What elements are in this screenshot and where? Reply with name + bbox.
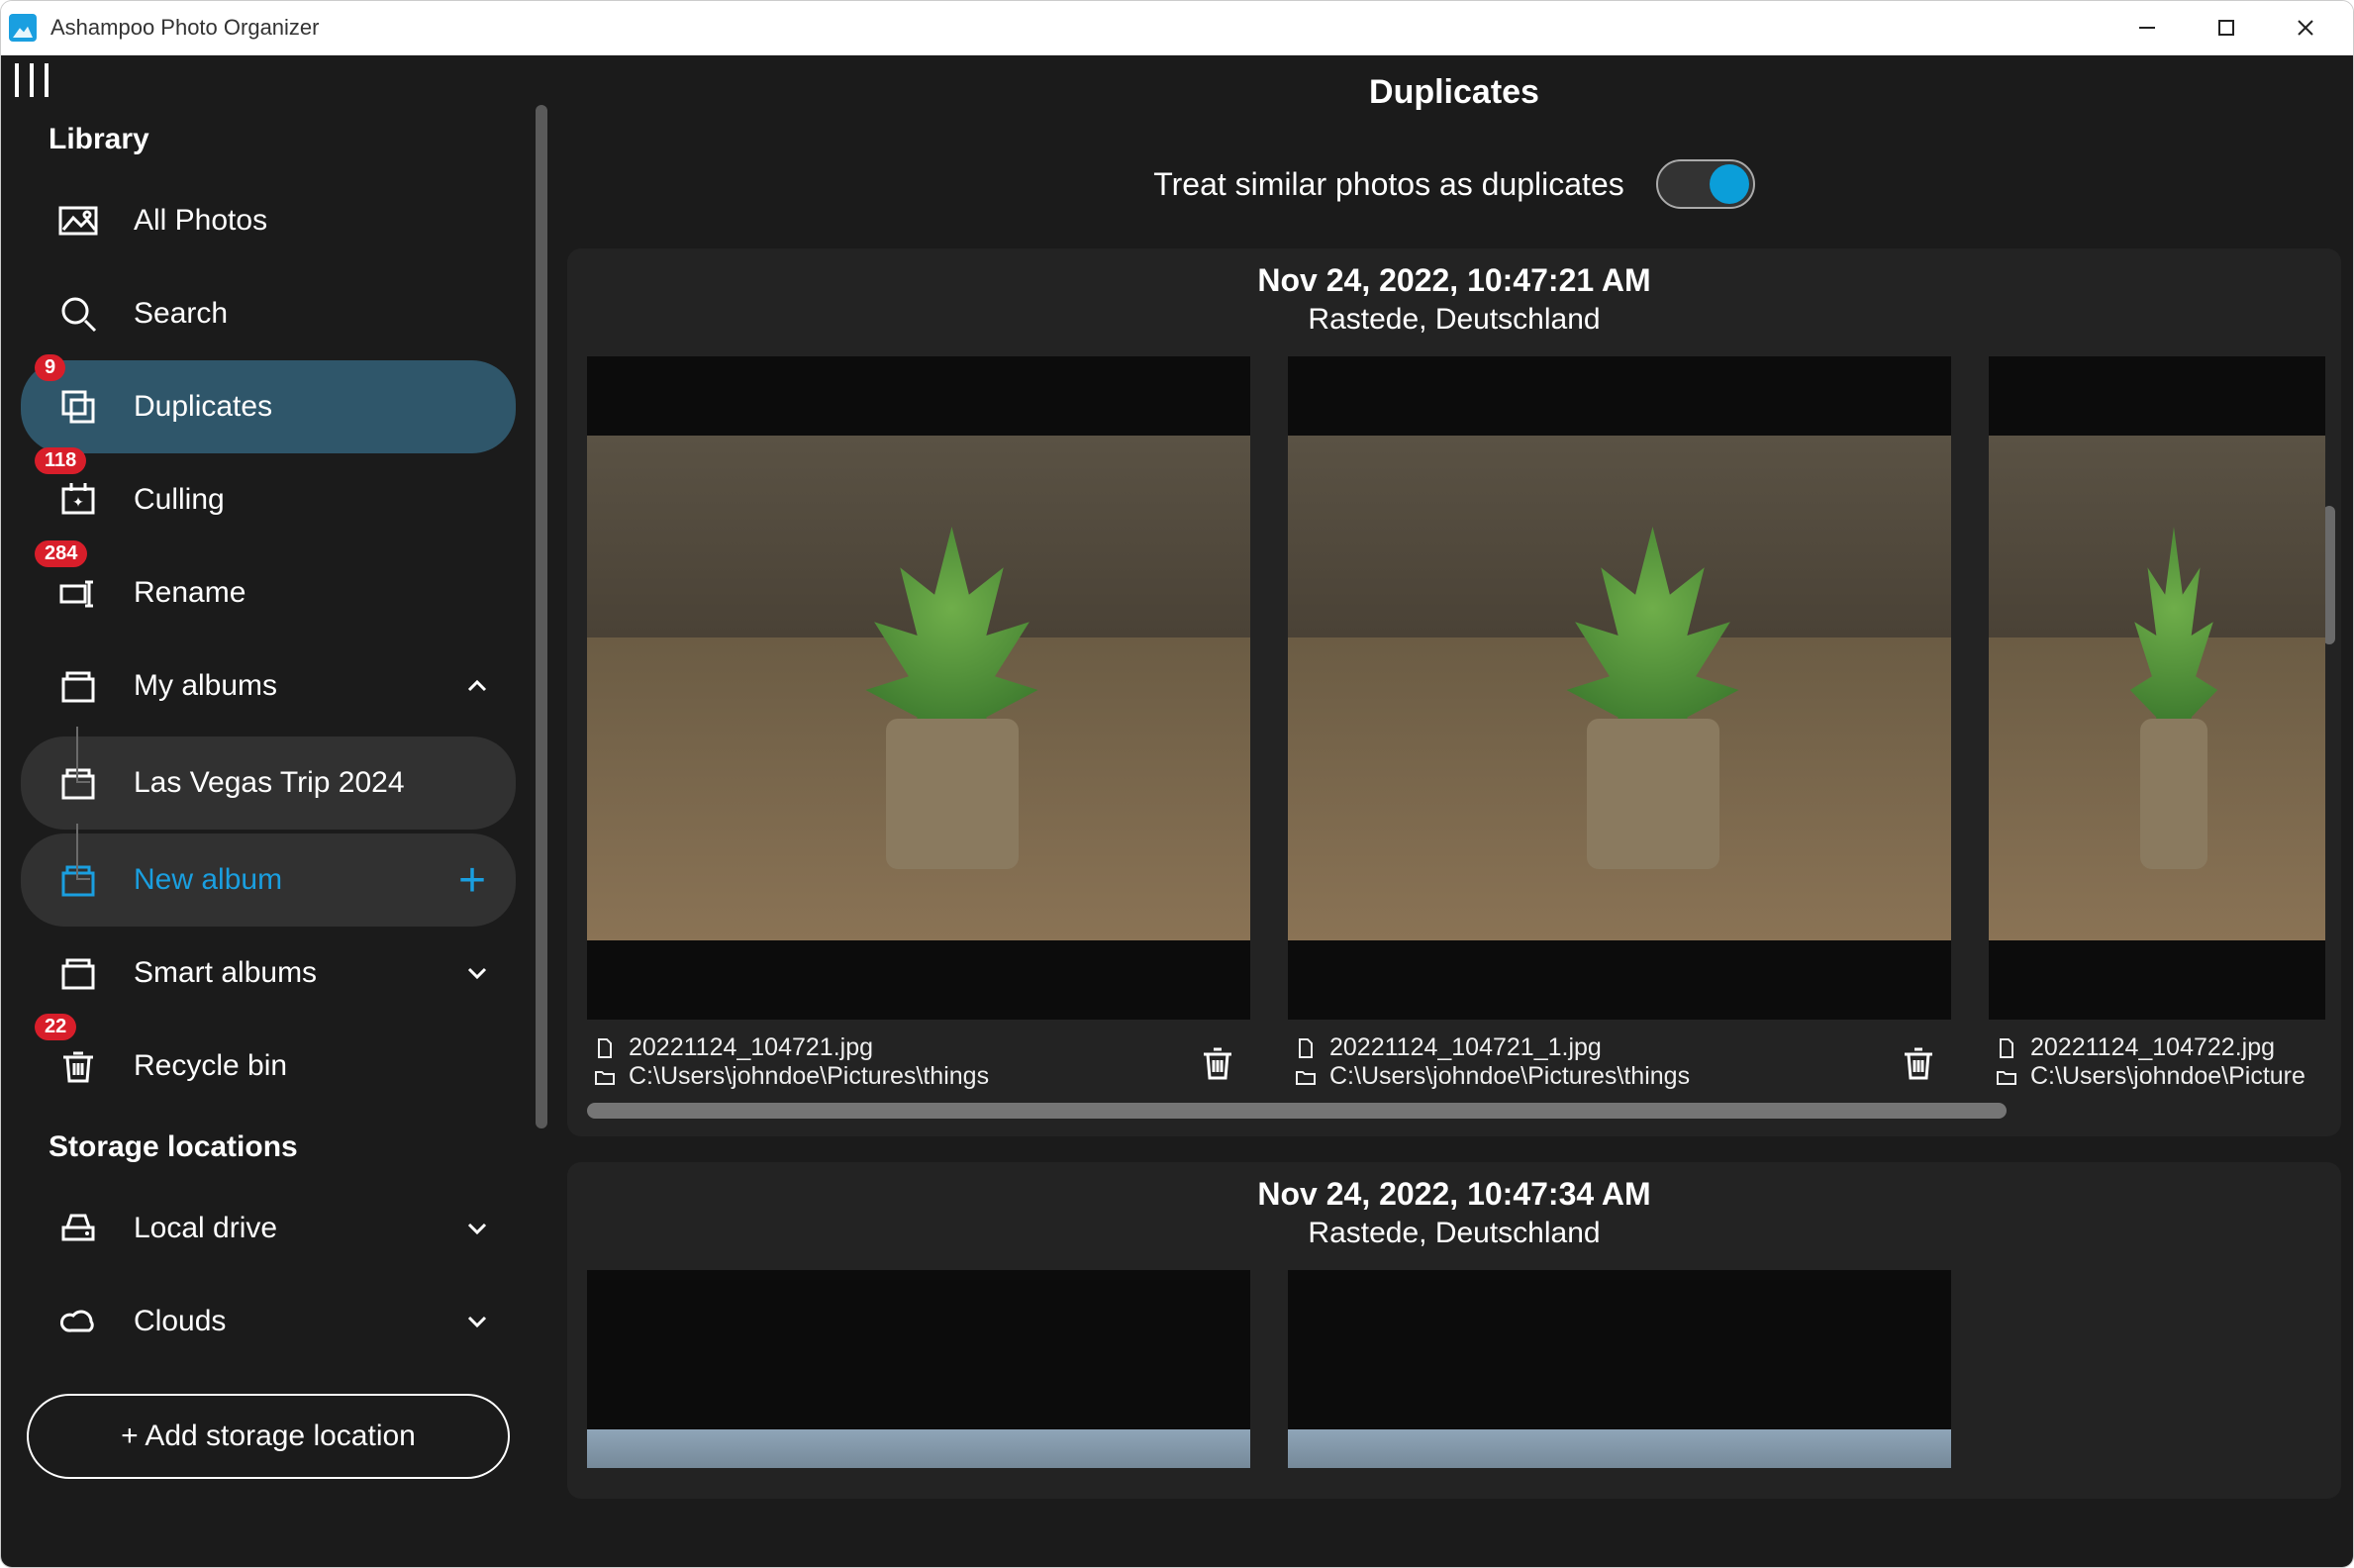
chevron-up-icon — [462, 671, 492, 701]
group-date: Nov 24, 2022, 10:47:21 AM — [567, 262, 2341, 299]
menu-icon[interactable] — [15, 63, 49, 97]
sidebar-item-label: Recycle bin — [134, 1049, 287, 1083]
tree-connector — [76, 824, 78, 880]
rename-icon — [56, 571, 100, 615]
sidebar-item-recycle-bin[interactable]: 22 Recycle bin — [21, 1020, 516, 1113]
sidebar-item-label: Las Vegas Trip 2024 — [134, 766, 405, 800]
search-icon — [56, 292, 100, 336]
sidebar-item-local-drive[interactable]: Local drive — [21, 1182, 516, 1275]
sidebar-item-label: Smart albums — [134, 956, 317, 990]
plus-icon[interactable]: + — [452, 860, 492, 900]
filepath: C:\Users\johndoe\Picture — [2030, 1062, 2305, 1091]
culling-icon: ✦ — [56, 478, 100, 522]
album-icon — [56, 664, 100, 708]
sidebar: Library All Photos Search — [1, 105, 536, 1567]
similar-toggle[interactable] — [1656, 159, 1755, 209]
sidebar-item-all-photos[interactable]: All Photos — [21, 174, 516, 267]
folder-icon — [1294, 1065, 1318, 1089]
album-icon — [56, 858, 100, 902]
sidebar-item-label: Rename — [134, 576, 245, 610]
duplicates-icon — [56, 385, 100, 429]
sidebar-item-label: Culling — [134, 483, 225, 517]
minimize-button[interactable] — [2108, 1, 2187, 55]
badge: 22 — [35, 1014, 76, 1040]
duplicate-group: Nov 24, 2022, 10:47:34 AM Rastede, Deuts… — [567, 1162, 2341, 1499]
add-storage-button[interactable]: + Add storage location — [27, 1394, 510, 1479]
filepath: C:\Users\johndoe\Pictures\things — [629, 1062, 989, 1091]
titlebar: Ashampoo Photo Organizer — [1, 1, 2353, 55]
album-icon — [56, 761, 100, 805]
thumbnail[interactable] — [1288, 1270, 1951, 1468]
filename: 20221124_104722.jpg — [2030, 1033, 2275, 1062]
svg-text:✦: ✦ — [72, 494, 84, 510]
sidebar-item-label: New album — [134, 863, 282, 897]
folder-icon — [593, 1065, 617, 1089]
chevron-down-icon — [462, 958, 492, 988]
trash-icon — [56, 1044, 100, 1088]
storage-section-label: Storage locations — [21, 1113, 516, 1182]
sidebar-item-label: Clouds — [134, 1305, 226, 1338]
content-area: Treat similar photos as duplicates Nov 2… — [555, 138, 2353, 1567]
sidebar-item-label: Local drive — [134, 1212, 277, 1245]
tree-connector — [76, 727, 78, 783]
sidebar-item-album-las-vegas[interactable]: Las Vegas Trip 2024 — [21, 736, 516, 830]
thumbnail[interactable] — [587, 356, 1250, 1020]
sidebar-item-rename[interactable]: 284 Rename — [21, 546, 516, 639]
sidebar-item-new-album[interactable]: New album + — [21, 833, 516, 927]
sidebar-item-culling[interactable]: 118 ✦ Culling — [21, 453, 516, 546]
group-date: Nov 24, 2022, 10:47:34 AM — [567, 1176, 2341, 1213]
thumbnail[interactable] — [1989, 356, 2325, 1020]
file-icon — [1294, 1036, 1318, 1060]
file-icon — [1995, 1036, 2018, 1060]
file-icon — [593, 1036, 617, 1060]
sidebar-item-my-albums[interactable]: My albums — [21, 639, 516, 733]
sidebar-item-smart-albums[interactable]: Smart albums — [21, 927, 516, 1020]
cloud-icon — [56, 1300, 100, 1343]
photos-icon — [56, 199, 100, 243]
chevron-down-icon — [462, 1307, 492, 1336]
folder-icon — [1995, 1065, 2018, 1089]
window-title: Ashampoo Photo Organizer — [50, 15, 320, 41]
duplicate-item[interactable] — [1288, 1270, 1951, 1468]
duplicate-item[interactable]: 20221124_104721.jpg C:\Users\johndoe\Pic… — [587, 356, 1250, 1091]
library-section-label: Library — [21, 105, 516, 174]
sidebar-item-search[interactable]: Search — [21, 267, 516, 360]
app-icon — [9, 14, 37, 42]
badge: 9 — [35, 354, 65, 381]
sidebar-item-clouds[interactable]: Clouds — [21, 1275, 516, 1368]
filename: 20221124_104721.jpg — [629, 1033, 873, 1062]
badge: 284 — [35, 540, 87, 567]
page-title: Duplicates — [555, 55, 2353, 138]
sidebar-item-label: Duplicates — [134, 390, 272, 424]
thumbnail[interactable] — [1288, 356, 1951, 1020]
filename: 20221124_104721_1.jpg — [1329, 1033, 1602, 1062]
close-button[interactable] — [2266, 1, 2345, 55]
toggle-label: Treat similar photos as duplicates — [1153, 166, 1623, 203]
duplicate-item[interactable]: 20221124_104721_1.jpg C:\Users\johndoe\P… — [1288, 356, 1951, 1091]
sidebar-item-label: My albums — [134, 669, 277, 703]
duplicate-item[interactable]: 20221124_104722.jpg C:\Users\johndoe\Pic… — [1989, 356, 2325, 1091]
group-location: Rastede, Deutschland — [567, 1217, 2341, 1250]
maximize-button[interactable] — [2187, 1, 2266, 55]
sidebar-item-duplicates[interactable]: 9 Duplicates — [21, 360, 516, 453]
drive-icon — [56, 1207, 100, 1250]
group-hscrollbar[interactable] — [587, 1103, 2007, 1119]
sidebar-item-label: All Photos — [134, 204, 267, 238]
add-storage-label: + Add storage location — [121, 1420, 416, 1453]
sidebar-item-label: Search — [134, 297, 228, 331]
duplicate-item[interactable] — [587, 1270, 1250, 1468]
delete-button[interactable] — [1191, 1035, 1244, 1089]
duplicate-group: Nov 24, 2022, 10:47:21 AM Rastede, Deuts… — [567, 248, 2341, 1136]
thumbnail[interactable] — [587, 1270, 1250, 1468]
delete-button[interactable] — [1892, 1035, 1945, 1089]
filepath: C:\Users\johndoe\Pictures\things — [1329, 1062, 1690, 1091]
chevron-down-icon — [462, 1214, 492, 1243]
album-icon — [56, 951, 100, 995]
group-location: Rastede, Deutschland — [567, 303, 2341, 337]
badge: 118 — [35, 447, 86, 474]
sidebar-scrollbar[interactable] — [536, 105, 547, 1567]
